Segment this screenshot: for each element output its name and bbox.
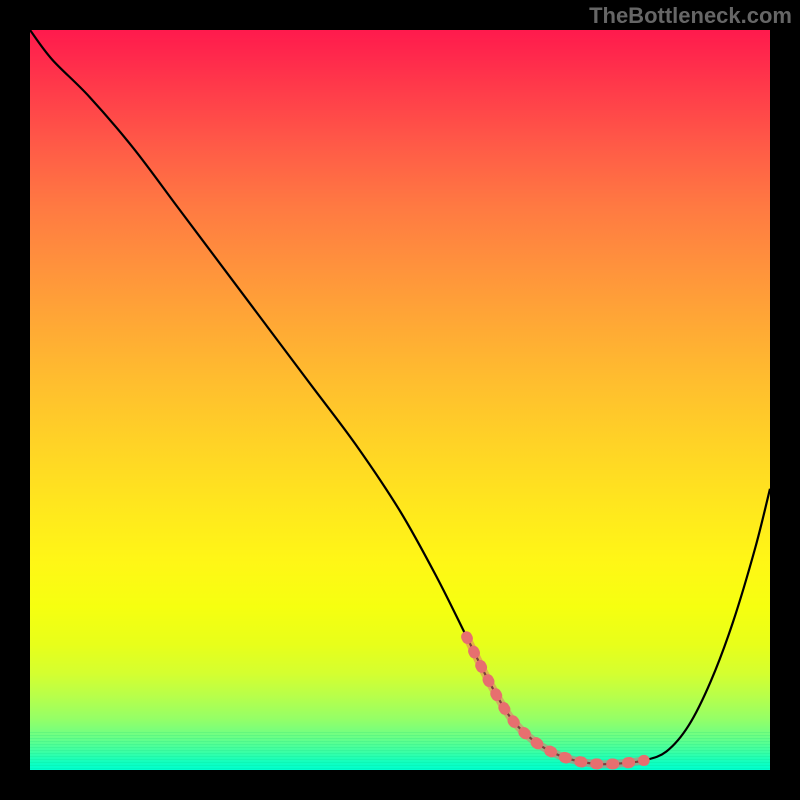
- watermark-text: TheBottleneck.com: [589, 3, 792, 29]
- bottleneck-curve-path: [30, 30, 770, 764]
- gradient-bottom-stripes: [30, 730, 770, 770]
- bottleneck-curve-highlight-solid: [467, 637, 645, 764]
- bottleneck-curve-svg: [30, 30, 770, 770]
- bottleneck-curve-highlight: [467, 637, 645, 764]
- chart-plot-area: [30, 30, 770, 770]
